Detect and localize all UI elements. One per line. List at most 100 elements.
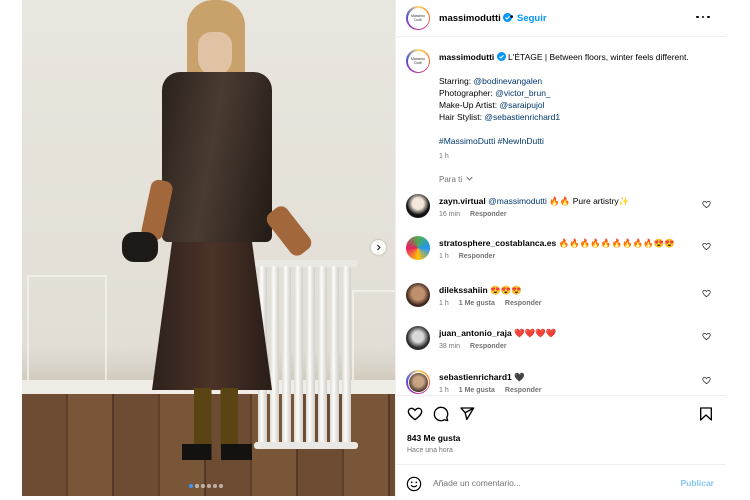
reply-button[interactable]: Responder (505, 300, 542, 307)
carousel-dot (201, 484, 205, 488)
photographer-link[interactable]: @victor_brun_ (495, 88, 550, 98)
comment-text: dilekssahiin 😍😍😍 (439, 285, 694, 296)
heart-icon[interactable] (702, 289, 711, 298)
comments-scroll-area[interactable]: Massimo Dutti massimodutti L'ÉTAGE | Bet… (396, 37, 726, 395)
hair-link[interactable]: @sebastienrichard1 (484, 112, 560, 122)
post-media (0, 0, 395, 500)
radiator-fin (330, 266, 339, 446)
hair-label: Hair Stylist: (439, 112, 482, 122)
comment-avatar[interactable] (406, 326, 430, 350)
comment-item: stratosphere_costablanca.es 🔥🔥🔥🔥🔥🔥🔥🔥🔥😍😍 … (406, 236, 721, 276)
makeup-link[interactable]: @saraipujol (499, 100, 544, 110)
comment-likes[interactable]: 1 Me gusta (459, 300, 495, 307)
header-separator: • (510, 12, 514, 23)
comment-meta: 38 min Responder (439, 343, 507, 350)
comment-avatar[interactable] (406, 194, 430, 218)
comment-meta: 16 min Responder (439, 211, 507, 218)
comment-avatar[interactable] (406, 236, 430, 260)
model-face (198, 32, 232, 76)
post-photo[interactable] (22, 0, 395, 496)
heart-icon[interactable] (702, 200, 711, 209)
reply-button[interactable]: Responder (459, 253, 496, 260)
comment-avatar[interactable] (406, 283, 430, 307)
post-details-panel: Massimo Dutti massimodutti • Seguir Mass… (395, 0, 726, 500)
comment-content: 🖤 (514, 372, 525, 382)
comment-username[interactable]: dilekssahiin (439, 285, 488, 295)
model-figure (122, 0, 315, 470)
avatar[interactable]: Massimo Dutti (406, 6, 430, 30)
comment-likes[interactable]: 1 Me gusta (459, 387, 495, 394)
caption-hair: Hair Stylist: @sebastienrichard1 (439, 111, 714, 123)
comment-avatar[interactable] (406, 370, 430, 394)
post-header: Massimo Dutti massimodutti • Seguir (396, 0, 726, 37)
comment-time[interactable]: 1 h (439, 253, 449, 260)
add-comment-bar: Publicar (396, 464, 726, 500)
comment-time[interactable]: 38 min (439, 343, 460, 350)
comment-meta: 1 h 1 Me gusta Responder (439, 387, 541, 394)
comment-username[interactable]: stratosphere_costablanca.es (439, 238, 556, 248)
comment-time[interactable]: 1 h (439, 387, 449, 394)
radiator-fin (306, 266, 315, 446)
post-actions: 843 Me gusta Hace una hora Publicar (396, 395, 726, 500)
caption-username[interactable]: massimodutti (439, 52, 494, 62)
comment-time[interactable]: 16 min (439, 211, 460, 218)
carousel-dot (189, 484, 193, 488)
follow-button[interactable]: Seguir (517, 13, 547, 24)
header-username[interactable]: massimodutti (439, 13, 513, 24)
radiator-fin (342, 266, 351, 446)
comment-text: zayn.virtual @massimodutti 🔥🔥 Pure artis… (439, 196, 694, 207)
caption-avatar[interactable]: Massimo Dutti (406, 49, 430, 73)
heart-icon[interactable] (702, 332, 711, 341)
caption-time[interactable]: 1 h (439, 151, 714, 163)
more-options-icon[interactable] (696, 14, 710, 20)
carousel-dot (207, 484, 211, 488)
avatar-logo: Massimo Dutti (407, 7, 429, 29)
heart-icon[interactable] (702, 376, 711, 385)
radiator-fin (294, 266, 303, 446)
comment-content: ❤️❤️❤️❤️ (514, 328, 557, 338)
photographer-label: Photographer: (439, 88, 493, 98)
carousel-dot (213, 484, 217, 488)
starring-link[interactable]: @bodinevangalen (474, 76, 543, 86)
comment-content: 🔥🔥🔥🔥🔥🔥🔥🔥🔥😍😍 (558, 238, 675, 248)
reply-button[interactable]: Responder (470, 343, 507, 350)
post-caption: massimodutti L'ÉTAGE | Between floors, w… (439, 51, 714, 163)
comment-content: 😍😍😍 (490, 285, 522, 295)
comment-username[interactable]: sebastienrichard1 (439, 372, 512, 382)
post-time-ago[interactable]: Hace una hora (407, 447, 453, 454)
makeup-label: Make-Up Artist: (439, 100, 498, 110)
comment-meta: 1 h Responder (439, 253, 495, 260)
like-heart-icon[interactable] (407, 406, 423, 422)
heart-icon[interactable] (702, 242, 711, 251)
comment-time[interactable]: 1 h (439, 300, 449, 307)
share-icon[interactable] (459, 406, 475, 422)
save-bookmark-icon[interactable] (698, 406, 714, 422)
carousel-dot (195, 484, 199, 488)
comment-icon[interactable] (433, 406, 449, 422)
comment-username[interactable]: juan_antonio_raja (439, 328, 512, 338)
comment-mention[interactable]: @massimodutti (488, 196, 547, 206)
reply-button[interactable]: Responder (470, 211, 507, 218)
comment-text: stratosphere_costablanca.es 🔥🔥🔥🔥🔥🔥🔥🔥🔥😍😍 (439, 238, 694, 249)
caption-makeup: Make-Up Artist: @saraipujol (439, 99, 714, 111)
chevron-right-icon (377, 244, 381, 251)
likes-count[interactable]: 843 Me gusta (407, 433, 460, 443)
comment-meta: 1 h 1 Me gusta Responder (439, 300, 541, 307)
model-handbag (122, 232, 158, 262)
for-you-label: Para ti (439, 175, 463, 184)
comment-input[interactable] (433, 474, 663, 492)
comment-username[interactable]: zayn.virtual (439, 196, 486, 206)
for-you-filter[interactable]: Para ti (439, 175, 474, 184)
carousel-next-button[interactable] (371, 240, 386, 255)
avatar-logo: Massimo Dutti (407, 50, 429, 72)
reply-button[interactable]: Responder (505, 387, 542, 394)
verified-icon (496, 52, 506, 61)
comment-item: zayn.virtual @massimodutti 🔥🔥 Pure artis… (406, 194, 721, 234)
caption-hashtags[interactable]: #MassimoDutti #NewInDutti (439, 135, 714, 147)
publish-button[interactable]: Publicar (680, 478, 714, 488)
comment-content: 🔥🔥 Pure artistry✨ (549, 196, 630, 206)
emoji-icon[interactable] (406, 476, 422, 492)
model-shoes (182, 444, 252, 460)
chevron-down-icon (466, 176, 474, 181)
comment-item: dilekssahiin 😍😍😍 1 h 1 Me gusta Responder (406, 283, 721, 323)
